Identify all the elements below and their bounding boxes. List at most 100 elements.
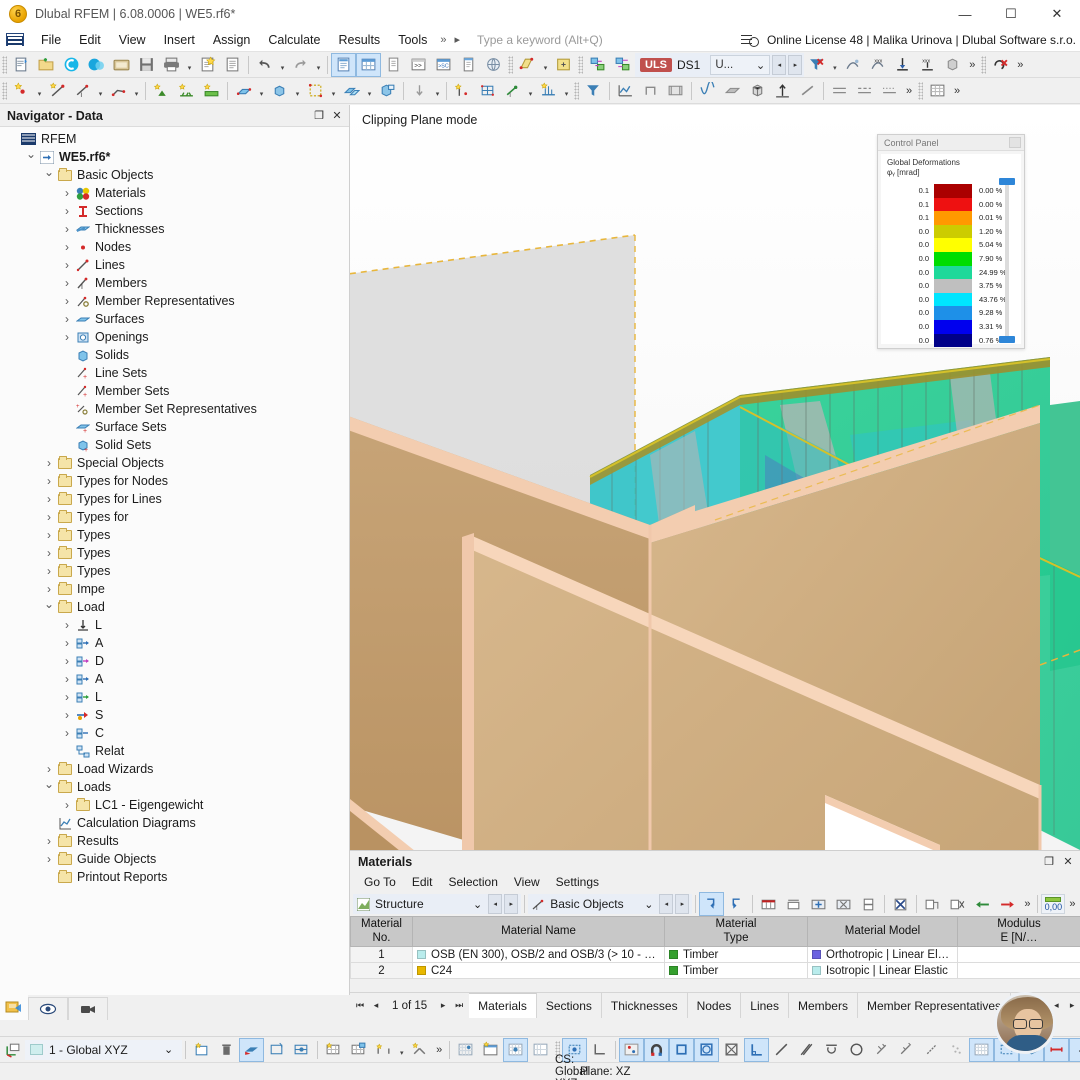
chevron-right-icon[interactable]: [42, 564, 56, 578]
undo-icon[interactable]: [252, 53, 277, 77]
import-icon[interactable]: [970, 892, 995, 916]
snap-perpendicular-icon[interactable]: [744, 1038, 769, 1062]
hinge-dropdown-caret[interactable]: ▾: [525, 79, 536, 103]
tree-item-member-set-representatives[interactable]: +Member Set Representatives: [0, 400, 349, 418]
tab-scroll-right-button[interactable]: ▸: [1064, 993, 1080, 1017]
tree-item-openings[interactable]: Openings: [0, 328, 349, 346]
tree-item-types[interactable]: Types: [0, 526, 349, 544]
insert-row-icon[interactable]: [806, 892, 831, 916]
tree-item-loads[interactable]: Loads: [0, 778, 349, 796]
materials-table[interactable]: MaterialNo.Material NameMaterialTypeMate…: [350, 916, 1080, 979]
cell-material-no[interactable]: 1: [351, 947, 413, 963]
new-surface-set-icon[interactable]: [339, 79, 364, 103]
chevron-right-icon[interactable]: [60, 258, 74, 272]
object-snap-dropdown-caret[interactable]: ▾: [396, 1038, 407, 1062]
load-case-select-icon[interactable]: [585, 53, 610, 77]
tree-item-basic-objects[interactable]: Basic Objects: [0, 166, 349, 184]
section-results-icon[interactable]: [638, 79, 663, 103]
tree-item-c[interactable]: C: [0, 724, 349, 742]
chevron-right-icon[interactable]: [60, 222, 74, 236]
legend-color-swatch[interactable]: [934, 334, 972, 348]
snap-intersection-icon[interactable]: [869, 1038, 894, 1062]
show-all-columns-icon[interactable]: [756, 892, 781, 916]
cell-material-name[interactable]: C24: [413, 963, 665, 979]
table-row[interactable]: 2C24TimberIsotropic | Linear Elastic: [351, 963, 1080, 979]
tree-item-sections[interactable]: Sections: [0, 202, 349, 220]
surface-results-icon[interactable]: [720, 79, 745, 103]
grid-snap-icon[interactable]: [321, 1038, 346, 1062]
chevron-down-icon[interactable]: [42, 600, 56, 614]
chevron-right-icon[interactable]: [60, 276, 74, 290]
column-header[interactable]: Material Name: [413, 917, 665, 947]
maximize-button[interactable]: ☐: [988, 0, 1034, 28]
table-tab-thicknesses[interactable]: Thicknesses: [602, 993, 688, 1018]
snap-line-icon[interactable]: [769, 1038, 794, 1062]
chevron-right-icon[interactable]: [42, 582, 56, 596]
dimension-dotted-icon[interactable]: [877, 79, 902, 103]
close-icon[interactable]: ✕: [329, 108, 345, 124]
copy-row-icon[interactable]: [920, 892, 945, 916]
opening-dropdown-caret[interactable]: ▾: [328, 79, 339, 103]
redo-dropdown-caret[interactable]: ▾: [313, 53, 324, 77]
toolbar-grip[interactable]: [2, 56, 7, 74]
new-node-icon[interactable]: [9, 79, 34, 103]
tree-item-types[interactable]: Types: [0, 544, 349, 562]
member-results-icon[interactable]: [795, 79, 820, 103]
tree-item-lc1-eigengewicht[interactable]: LC1 - Eigengewicht: [0, 796, 349, 814]
tree-item-l[interactable]: L: [0, 616, 349, 634]
minimize-button[interactable]: —: [942, 0, 988, 28]
column-header[interactable]: MaterialType: [665, 917, 808, 947]
chevron-down-icon[interactable]: ⌄: [644, 898, 653, 911]
show-grid-toggle-icon[interactable]: [969, 1038, 994, 1062]
pager-first-button[interactable]: ⏮: [352, 994, 368, 1018]
new-solid-icon[interactable]: [267, 79, 292, 103]
chevron-right-icon[interactable]: [60, 186, 74, 200]
chevron-right-icon[interactable]: [60, 726, 74, 740]
support-reactions-icon[interactable]: [890, 53, 915, 77]
tree-item-a[interactable]: A: [0, 634, 349, 652]
legend-color-swatch[interactable]: [934, 293, 972, 307]
cloud-model-icon[interactable]: [84, 53, 109, 77]
menu-tools[interactable]: Tools: [389, 30, 436, 50]
toolbar-overflow-3[interactable]: »: [902, 79, 916, 103]
pager-next-button[interactable]: ▸: [435, 994, 451, 1018]
cell-material-model[interactable]: Orthotropic | Linear Elastic (Surf…: [808, 947, 958, 963]
tree-item-member-sets[interactable]: +Member Sets: [0, 382, 349, 400]
magnet-snap-icon[interactable]: [644, 1038, 669, 1062]
restore-window-icon[interactable]: ❐: [1041, 854, 1057, 870]
deselect-all-icon[interactable]: [988, 53, 1013, 77]
new-mesh-refinement-icon[interactable]: [475, 79, 500, 103]
chevron-right-icon[interactable]: [60, 636, 74, 650]
tree-item-results[interactable]: Results: [0, 832, 349, 850]
select-in-table-icon[interactable]: [724, 892, 749, 916]
chevron-down-icon[interactable]: ⌄: [164, 1043, 173, 1056]
grid-settings-icon[interactable]: [925, 79, 950, 103]
table-toggle-icon[interactable]: [356, 53, 381, 77]
load-combination-select-icon[interactable]: [610, 53, 635, 77]
legend-color-swatch[interactable]: [934, 238, 972, 252]
open-folder-icon[interactable]: [34, 53, 59, 77]
chevron-right-icon[interactable]: [60, 330, 74, 344]
legend-slider-knob-upper[interactable]: [999, 178, 1015, 185]
control-panel-close-icon[interactable]: [1009, 137, 1021, 148]
display-grid-icon[interactable]: [453, 1038, 478, 1062]
legend-slider-knob-lower[interactable]: [999, 336, 1015, 343]
tree-item-special-objects[interactable]: Special Objects: [0, 454, 349, 472]
tree-item-load[interactable]: Load: [0, 598, 349, 616]
display-grid-4-icon[interactable]: [528, 1038, 553, 1062]
tree-item-types-for-nodes[interactable]: Types for Nodes: [0, 472, 349, 490]
tree-item-rfem[interactable]: RFEM: [0, 130, 349, 148]
tree-item-calculation-diagrams[interactable]: Calculation Diagrams: [0, 814, 349, 832]
pager-prev-button[interactable]: ◂: [368, 994, 384, 1018]
legend-color-swatch[interactable]: [934, 252, 972, 266]
cell-modulus-e[interactable]: [958, 963, 1080, 979]
chevron-right-icon[interactable]: [60, 654, 74, 668]
structure-prev-button[interactable]: ◂: [488, 894, 502, 914]
cell-material-type[interactable]: Timber: [665, 963, 808, 979]
snap-nearest-icon[interactable]: [944, 1038, 969, 1062]
show-values-icon[interactable]: xxx: [865, 53, 890, 77]
tree-item-line-sets[interactable]: +Line Sets: [0, 364, 349, 382]
model-viewport-3d[interactable]: Clipping Plane mode Control Panel Global…: [350, 105, 1080, 850]
work-plane-rotate-icon[interactable]: [264, 1038, 289, 1062]
show-deformation-icon[interactable]: [840, 53, 865, 77]
